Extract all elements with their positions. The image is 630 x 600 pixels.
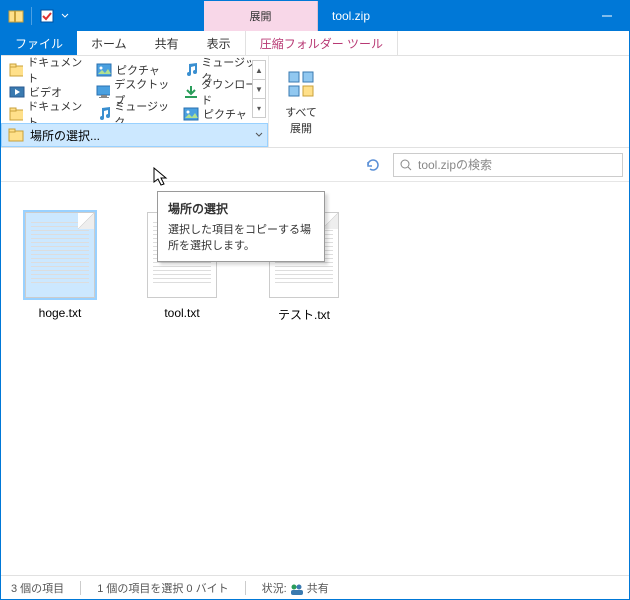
window-title: tool.zip	[318, 1, 584, 31]
destination-item[interactable]: ミュージック	[94, 104, 175, 124]
search-placeholder: tool.zipの検索	[418, 156, 492, 173]
qat-dropdown-icon[interactable]	[60, 12, 70, 20]
gallery-scroll-up[interactable]: ▲	[252, 60, 266, 80]
destination-item[interactable]: ピクチャ	[181, 104, 262, 124]
desktop-icon	[96, 84, 110, 100]
search-input[interactable]: tool.zipの検索	[393, 153, 623, 177]
music-icon	[96, 106, 110, 122]
tooltip-title: 場所の選択	[168, 200, 314, 217]
search-icon	[400, 159, 412, 171]
extract-all-icon	[285, 68, 317, 100]
tab-share[interactable]: 共有	[141, 31, 193, 55]
select-location-button[interactable]: 場所の選択...	[1, 123, 268, 147]
status-bar: 3 個の項目 1 個の項目を選択 0 バイト 状況: 共有	[1, 575, 629, 599]
file-name: hoge.txt	[39, 306, 82, 320]
chevron-down-icon	[255, 131, 263, 139]
tab-compressed-tools[interactable]: 圧縮フォルダー ツール	[245, 31, 398, 55]
tooltip: 場所の選択 選択した項目をコピーする場所を選択します。	[157, 191, 325, 262]
gallery-scroll-down[interactable]: ▼	[252, 79, 266, 99]
tooltip-body: 選択した項目をコピーする場所を選択します。	[168, 224, 311, 252]
destination-item[interactable]: ダウンロード	[181, 82, 262, 102]
folder-icon	[9, 62, 23, 78]
destination-item[interactable]: ドキュメント	[7, 60, 88, 80]
gallery-expand[interactable]: ▾	[252, 98, 266, 118]
text-file-icon	[25, 212, 95, 298]
people-icon	[290, 583, 304, 595]
tab-view[interactable]: 表示	[193, 31, 245, 55]
file-name: テスト.txt	[278, 306, 330, 323]
select-location-label: 場所の選択...	[30, 127, 100, 144]
pictures-icon	[96, 62, 112, 78]
minimize-button[interactable]	[584, 1, 629, 31]
extract-all-button[interactable]: すべて 展開	[269, 56, 333, 147]
status-item-count: 3 個の項目	[11, 580, 64, 596]
quick-access-toolbar	[1, 1, 74, 31]
qat-properties-icon[interactable]	[36, 5, 58, 27]
extract-all-label: すべて 展開	[285, 104, 317, 136]
tab-file[interactable]: ファイル	[1, 31, 77, 55]
folder-icon	[9, 106, 23, 122]
status-state: 状況: 共有	[262, 580, 329, 596]
ribbon: ドキュメントピクチャミュージックビデオデスクトップダウンロードドキュメントミュー…	[1, 56, 629, 148]
pictures-icon	[183, 106, 199, 122]
zip-icon	[5, 5, 27, 27]
refresh-button[interactable]	[359, 153, 387, 177]
downloads-icon	[183, 84, 197, 100]
extract-destination-gallery: ドキュメントピクチャミュージックビデオデスクトップダウンロードドキュメントミュー…	[1, 56, 269, 147]
file-name: tool.txt	[164, 306, 199, 320]
address-bar-row: tool.zipの検索	[1, 148, 629, 182]
contextual-tab-header: 展開	[204, 1, 318, 31]
status-selection: 1 個の項目を選択 0 バイト	[97, 580, 228, 596]
video-icon	[9, 84, 25, 100]
tab-home[interactable]: ホーム	[77, 31, 141, 55]
ribbon-tabs: ファイル ホーム 共有 表示 圧縮フォルダー ツール	[1, 31, 629, 56]
file-item[interactable]: hoge.txt	[15, 212, 105, 545]
destination-item[interactable]: ドキュメント	[7, 104, 88, 124]
destination-label: ピクチャ	[203, 106, 247, 122]
music-icon	[183, 62, 197, 78]
folder-icon	[8, 128, 24, 142]
title-bar: 展開 tool.zip	[1, 1, 629, 31]
